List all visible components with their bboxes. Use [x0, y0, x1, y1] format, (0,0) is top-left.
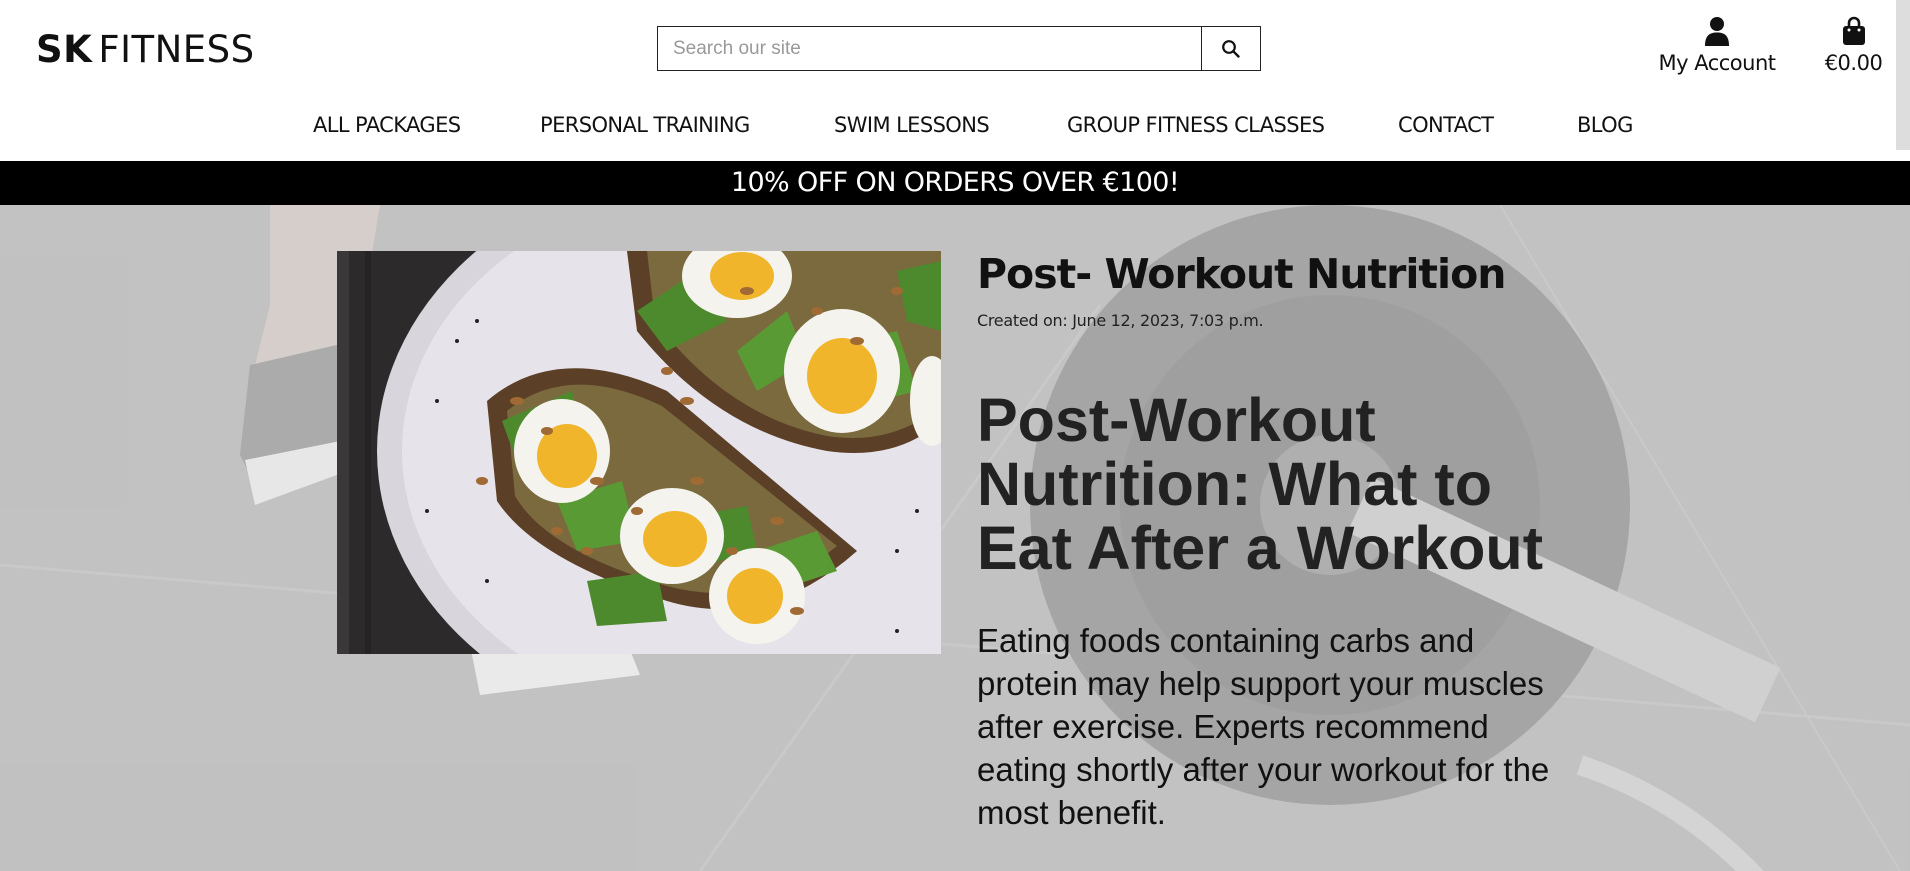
- search-button[interactable]: [1201, 27, 1260, 70]
- user-icon: [1705, 17, 1729, 46]
- nav-group-fitness-classes[interactable]: GROUP FITNESS CLASSES: [1067, 113, 1325, 137]
- hero-background: [0, 205, 1910, 871]
- search-input[interactable]: [658, 27, 1201, 70]
- hero-overlay: [0, 205, 1910, 871]
- post-title: Post- Workout Nutrition: [977, 250, 1506, 298]
- shopping-bag-icon: [1842, 16, 1865, 45]
- nav-contact[interactable]: CONTACT: [1398, 113, 1494, 137]
- cart-total: €0.00: [1824, 51, 1883, 75]
- search-icon: [1222, 39, 1240, 58]
- post-heading: Post-Workout Nutrition: What to Eat Afte…: [977, 386, 1544, 582]
- my-account-link[interactable]: My Account: [1657, 16, 1777, 75]
- nav-blog[interactable]: BLOG: [1577, 113, 1633, 137]
- nav-swim-lessons[interactable]: SWIM LESSONS: [834, 113, 990, 137]
- post-image: [337, 251, 941, 654]
- nav-all-packages[interactable]: ALL PACKAGES: [313, 113, 461, 137]
- search-form: [657, 26, 1261, 71]
- cart-link[interactable]: €0.00: [1816, 16, 1891, 75]
- scrollbar[interactable]: [1896, 0, 1910, 150]
- post-body: Eating foods containing carbs and protei…: [977, 622, 1550, 831]
- logo-text: FITNESS: [98, 28, 255, 71]
- site-logo[interactable]: SK FITNESS: [36, 28, 255, 71]
- logo-bold-text: SK: [36, 28, 93, 71]
- main-nav: ALL PACKAGES PERSONAL TRAINING SWIM LESS…: [0, 108, 1910, 142]
- post-created-date: Created on: June 12, 2023, 7:03 p.m.: [977, 311, 1264, 330]
- promo-banner: 10% OFF ON ORDERS OVER €100!: [0, 161, 1910, 205]
- avocado-toast-image: [337, 251, 941, 654]
- nav-personal-training[interactable]: PERSONAL TRAINING: [540, 113, 750, 137]
- site-header: SKFITNESS My Account €0.00 ALL PACKAGES …: [0, 0, 1910, 161]
- my-account-label: My Account: [1658, 51, 1776, 75]
